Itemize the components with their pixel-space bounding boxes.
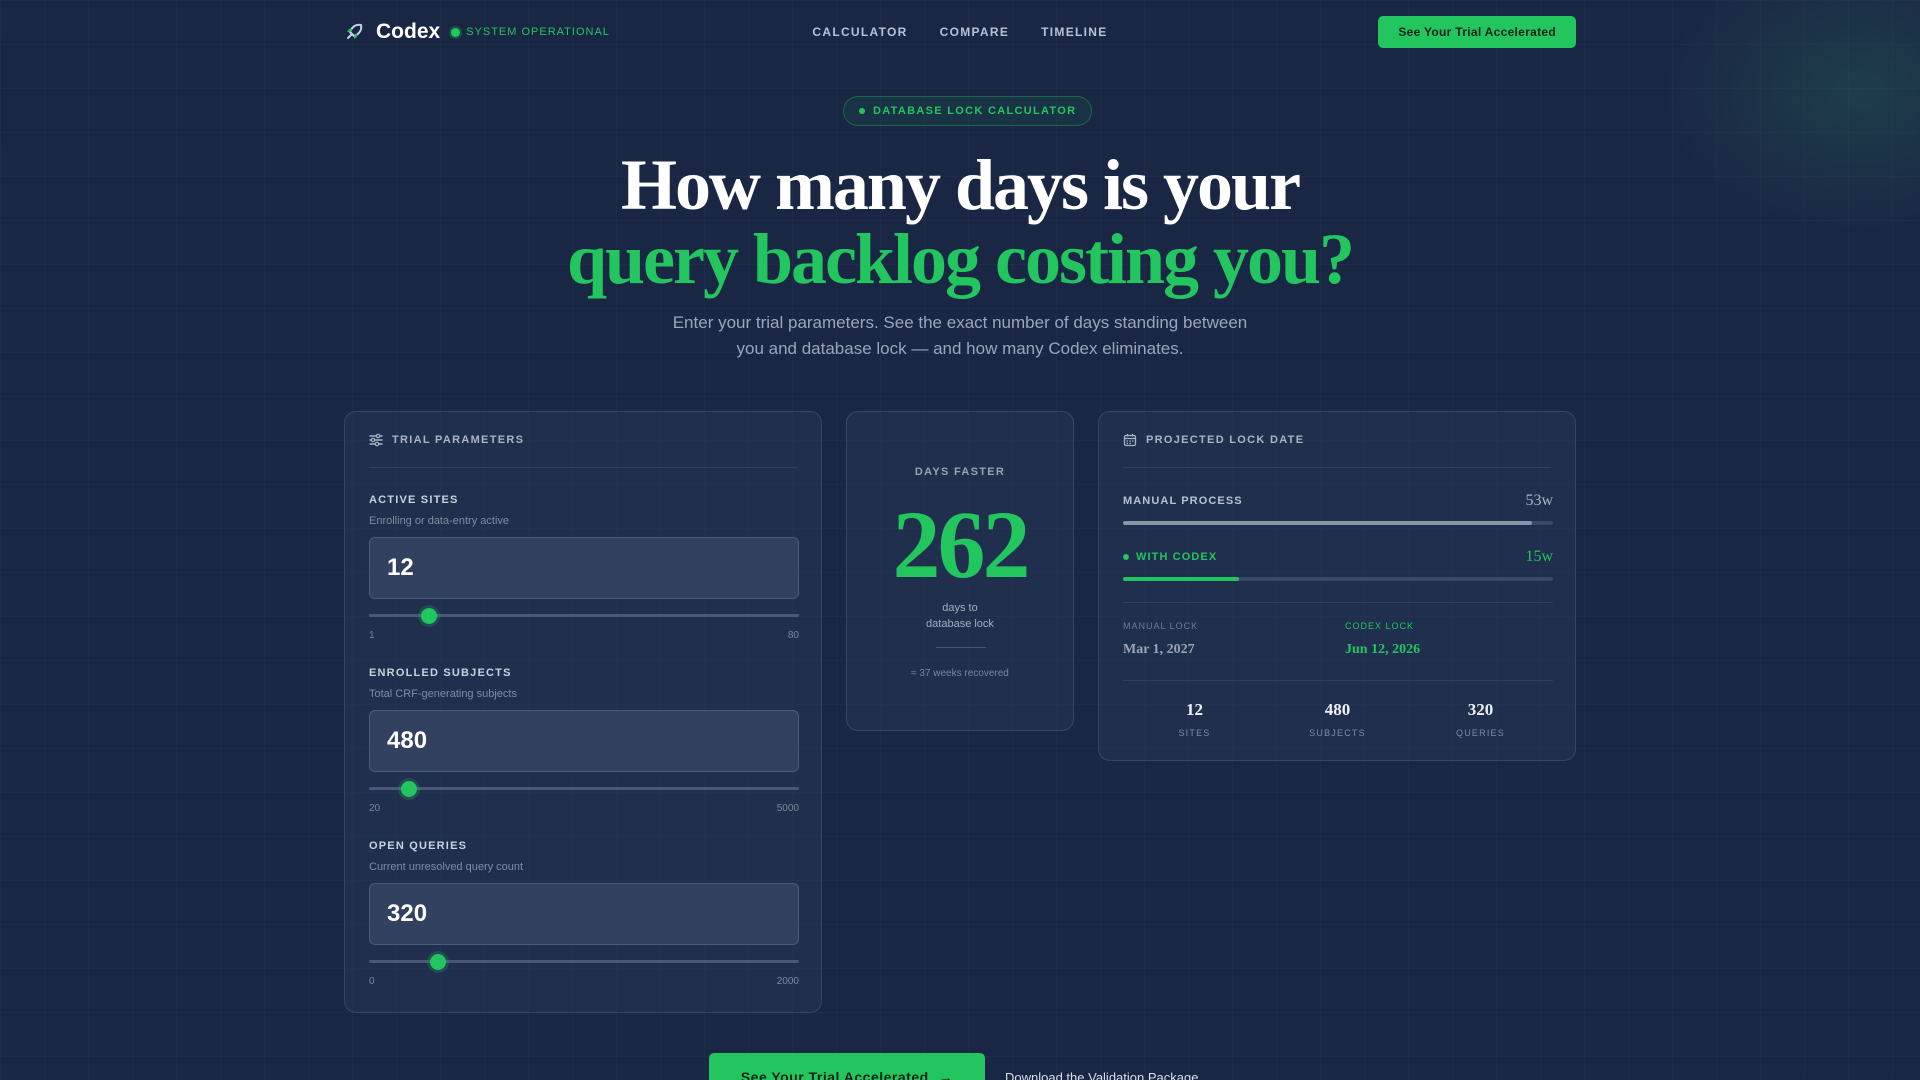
badge-dot-icon bbox=[859, 108, 865, 114]
download-validation-link[interactable]: Download the Validation Package bbox=[1005, 1070, 1198, 1080]
sliders-icon bbox=[369, 433, 383, 446]
card-header: PROJECTED LOCK DATE bbox=[1123, 412, 1551, 468]
trial-parameters-card: TRIAL PARAMETERS ACTIVE SITES Enrolling … bbox=[344, 411, 822, 1013]
subheadline: Enter your trial parameters. See the exa… bbox=[672, 313, 1248, 358]
slider-range: 0 2000 bbox=[369, 976, 799, 987]
manual-process-row: MANUAL PROCESS 53w bbox=[1123, 492, 1553, 510]
stat-sites: 12 SITES bbox=[1123, 700, 1266, 738]
divider bbox=[1123, 680, 1553, 681]
card-header: TRIAL PARAMETERS bbox=[369, 412, 797, 468]
arrow-right-icon: → bbox=[938, 1069, 954, 1080]
slider-thumb[interactable] bbox=[400, 781, 417, 797]
param-label: ACTIVE SITES bbox=[369, 494, 459, 506]
codex-lock-label: CODEX LOCK bbox=[1345, 621, 1415, 631]
brand[interactable]: Codex SYSTEM OPERATIONAL bbox=[344, 16, 610, 48]
days-faster-label: DAYS FASTER bbox=[914, 466, 1006, 478]
trial-cta-button[interactable]: See Your Trial Accelerated → bbox=[709, 1053, 985, 1080]
manual-lock: MANUAL LOCK Mar 1, 2027 bbox=[1123, 621, 1198, 658]
trial-cta-label: See Your Trial Accelerated bbox=[740, 1069, 929, 1080]
stat-subjects: 480 SUBJECTS bbox=[1266, 700, 1409, 738]
stat-number: 480 bbox=[1324, 700, 1351, 719]
slider-thumb[interactable] bbox=[421, 608, 438, 624]
calendar-icon bbox=[1123, 433, 1137, 446]
card-title: TRIAL PARAMETERS bbox=[392, 433, 525, 446]
stat-label: SITES bbox=[1178, 728, 1211, 738]
open-queries-slider[interactable] bbox=[369, 954, 799, 970]
codex-dot-icon bbox=[1123, 554, 1129, 560]
manual-lock-date: Mar 1, 2027 bbox=[1123, 642, 1195, 657]
active-sites-slider[interactable] bbox=[369, 608, 799, 624]
slider-thumb[interactable] bbox=[429, 954, 446, 970]
days-faster-sub: days to database lock bbox=[847, 600, 1073, 632]
param-label: OPEN QUERIES bbox=[369, 840, 468, 852]
nav-cta-button[interactable]: See Your Trial Accelerated bbox=[1378, 16, 1576, 48]
slider-max: 2000 bbox=[776, 976, 799, 987]
manual-process-label: MANUAL PROCESS bbox=[1123, 495, 1243, 507]
headline-line-2: query backlog costing you? bbox=[566, 219, 1355, 299]
page-title: How many days is your query backlog cost… bbox=[0, 148, 1920, 296]
open-queries-input[interactable]: 320 bbox=[369, 883, 799, 945]
codex-lock-date: Jun 12, 2026 bbox=[1345, 642, 1421, 657]
manual-process-bar bbox=[1123, 521, 1553, 525]
codex-lock: CODEX LOCK Jun 12, 2026 bbox=[1345, 621, 1420, 658]
manual-process-bar-fill bbox=[1123, 521, 1532, 525]
stat-label: SUBJECTS bbox=[1309, 728, 1366, 738]
stat-number: 12 bbox=[1186, 700, 1203, 719]
rocket-icon bbox=[347, 23, 363, 39]
nav-link-calculator[interactable]: CALCULATOR bbox=[812, 25, 907, 39]
with-codex-label: WITH CODEX bbox=[1123, 551, 1217, 563]
nav-link-compare[interactable]: COMPARE bbox=[940, 25, 1010, 39]
weeks-recovered: ≈ 37 weeks recovered bbox=[911, 668, 1009, 679]
slider-range: 1 80 bbox=[369, 630, 799, 641]
status-dot-icon bbox=[451, 27, 461, 37]
headline-line-1: How many days is your bbox=[620, 145, 1301, 225]
stat-queries: 320 QUERIES bbox=[1409, 700, 1552, 738]
param-hint: Total CRF-generating subjects bbox=[369, 688, 517, 700]
days-sub-line-2: database lock bbox=[926, 618, 994, 630]
brand-name: Codex bbox=[376, 20, 441, 43]
param-label: ENROLLED SUBJECTS bbox=[369, 667, 512, 679]
days-sub-line-1: days to bbox=[942, 602, 978, 614]
badge-text: DATABASE LOCK CALCULATOR bbox=[873, 105, 1077, 117]
with-codex-value: 15w bbox=[1525, 548, 1553, 565]
slider-min: 0 bbox=[369, 976, 375, 987]
param-enrolled-subjects: ENROLLED SUBJECTS Total CRF-generating s… bbox=[369, 667, 799, 814]
enrolled-subjects-slider[interactable] bbox=[369, 781, 799, 797]
calculator-badge: DATABASE LOCK CALCULATOR bbox=[843, 96, 1093, 126]
active-sites-input[interactable]: 12 bbox=[369, 537, 799, 599]
with-codex-row: WITH CODEX 15w bbox=[1123, 548, 1553, 566]
top-nav: Codex SYSTEM OPERATIONAL CALCULATOR COMP… bbox=[344, 16, 1576, 48]
system-status: SYSTEM OPERATIONAL bbox=[451, 26, 610, 38]
projected-lock-card: PROJECTED LOCK DATE MANUAL PROCESS 53w W… bbox=[1098, 411, 1576, 761]
manual-lock-label: MANUAL LOCK bbox=[1123, 621, 1199, 631]
slider-range: 20 5000 bbox=[369, 803, 799, 814]
with-codex-bar-fill bbox=[1123, 577, 1240, 581]
slider-max: 5000 bbox=[776, 803, 799, 814]
divider bbox=[1123, 602, 1553, 603]
days-faster-value: 262 bbox=[892, 491, 1031, 598]
manual-process-value: 53w bbox=[1525, 492, 1553, 509]
nav-link-timeline[interactable]: TIMELINE bbox=[1041, 25, 1107, 39]
with-codex-label-text: WITH CODEX bbox=[1136, 551, 1218, 563]
param-active-sites: ACTIVE SITES Enrolling or data-entry act… bbox=[369, 494, 799, 641]
days-faster-card: DAYS FASTER 262 days to database lock ≈ … bbox=[846, 411, 1074, 731]
stat-number: 320 bbox=[1467, 700, 1494, 719]
slider-max: 80 bbox=[787, 630, 799, 641]
param-open-queries: OPEN QUERIES Current unresolved query co… bbox=[369, 840, 799, 987]
divider bbox=[936, 647, 986, 648]
card-title: PROJECTED LOCK DATE bbox=[1146, 433, 1305, 446]
param-hint: Enrolling or data-entry active bbox=[369, 515, 510, 527]
slider-min: 20 bbox=[369, 803, 381, 814]
enrolled-subjects-input[interactable]: 480 bbox=[369, 710, 799, 772]
stat-label: QUERIES bbox=[1456, 728, 1505, 738]
slider-track[interactable] bbox=[369, 787, 799, 790]
status-text: SYSTEM OPERATIONAL bbox=[466, 26, 610, 38]
slider-min: 1 bbox=[369, 630, 375, 641]
with-codex-bar bbox=[1123, 577, 1553, 581]
param-hint: Current unresolved query count bbox=[369, 861, 524, 873]
